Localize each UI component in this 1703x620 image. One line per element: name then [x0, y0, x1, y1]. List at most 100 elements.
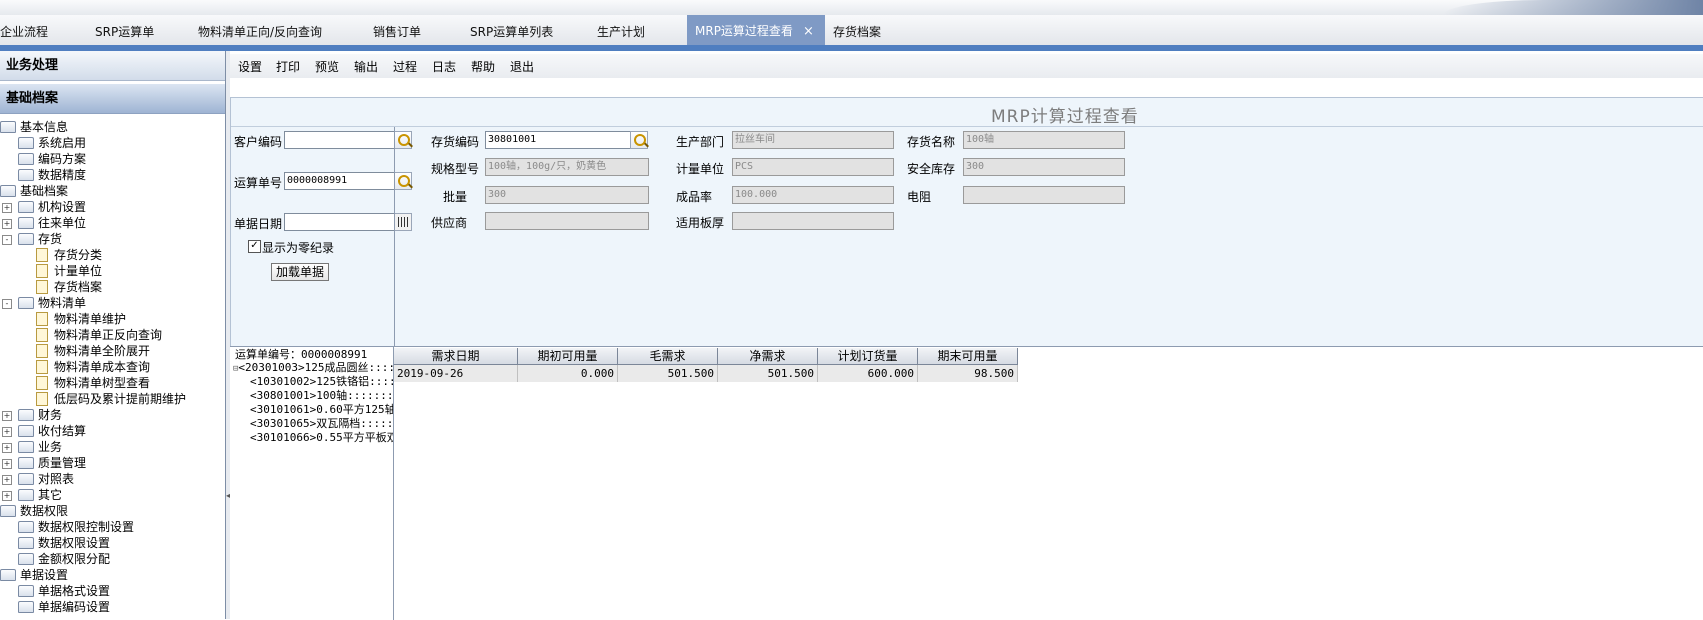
tab-inventory-archive[interactable]: 存货档案	[833, 22, 881, 44]
customer-code-label: 客户编码	[234, 135, 283, 149]
settings-button[interactable]: 设置	[238, 58, 262, 76]
col-header-gross-demand[interactable]: 毛需求	[618, 348, 718, 365]
process-button[interactable]: 过程	[393, 58, 417, 76]
sidebar-tree-item[interactable]: 数据权限控制设置	[18, 519, 134, 535]
table-cell[interactable]: 98.500	[918, 365, 1018, 382]
col-header-opening-available[interactable]: 期初可用量	[518, 348, 618, 365]
sidebar-tree-item[interactable]: 基本信息	[0, 119, 68, 135]
table-cell[interactable]: 600.000	[818, 365, 918, 382]
unit-field: PCS	[732, 158, 894, 176]
table-cell[interactable]: 0.000	[518, 365, 618, 382]
folder-icon	[18, 296, 34, 309]
tab-mrp-process[interactable]: MRP运算过程查看 ×	[687, 15, 825, 45]
sidebar-tree-item[interactable]: 单据编码设置	[18, 599, 110, 615]
sidebar-tree-label: 收付结算	[38, 424, 87, 438]
sidebar-tree-item[interactable]: 数据权限	[0, 503, 68, 519]
doc-date-input[interactable]	[284, 213, 395, 231]
sidebar-tree-item[interactable]: 存货档案	[36, 279, 102, 295]
collapse-icon[interactable]: -	[2, 298, 12, 309]
sidebar-tree-item[interactable]: + 质量管理	[2, 455, 86, 471]
print-button[interactable]: 打印	[276, 58, 300, 76]
expand-icon[interactable]: +	[2, 474, 12, 485]
calc-tree-item[interactable]: <30301065>双瓦隔档::::::::::	[250, 417, 393, 431]
sidebar-tree-item[interactable]: 系统启用	[18, 135, 86, 151]
folder-icon	[18, 136, 34, 149]
sidebar-tree-item[interactable]: + 收付结算	[2, 423, 86, 439]
inventory-code-input[interactable]: 30801001	[485, 131, 631, 149]
expand-icon[interactable]: +	[2, 490, 12, 501]
col-header-planned-order[interactable]: 计划订货量	[818, 348, 918, 365]
calc-tree-root[interactable]: ⊟<20301003>125成品圆丝:::::::::::	[233, 361, 393, 375]
sidebar-tree-item[interactable]: + 往来单位	[2, 215, 86, 231]
sidebar-tree-item[interactable]: 存货分类	[36, 247, 102, 263]
sidebar-tree-item[interactable]: + 机构设置	[2, 199, 86, 215]
sidebar-tree-item[interactable]: 低层码及累计提前期维护	[36, 391, 186, 407]
calc-no-lookup[interactable]	[394, 172, 412, 190]
customer-code-lookup[interactable]	[394, 131, 412, 149]
sidebar-tree-item[interactable]: + 其它	[2, 487, 62, 503]
collapse-icon[interactable]: -	[2, 234, 12, 245]
sidebar-tree-label: 物料清单成本查询	[54, 360, 151, 374]
calc-tree-item[interactable]: <30101061>0.60平方125轴型双瓦纸箱	[250, 403, 393, 417]
sidebar-tree-item[interactable]: 物料清单树型查看	[36, 375, 150, 391]
expand-icon[interactable]: +	[2, 202, 12, 213]
folder-icon	[18, 536, 34, 549]
sidebar-tree-label: 物料清单正反向查询	[54, 328, 163, 342]
expand-icon[interactable]: +	[2, 426, 12, 437]
calc-tree-item[interactable]: <30801001>100轴:::::::::::	[250, 389, 393, 403]
sidebar-tree-item[interactable]: 基础档案	[0, 183, 68, 199]
tab-srp-calc[interactable]: SRP运算单	[95, 22, 154, 44]
calc-tree-item[interactable]: <30101066>0.55平方平板双瓦纸箱	[250, 431, 393, 445]
sidebar-tree-item[interactable]: - 物料清单	[2, 295, 86, 311]
sidebar-tree-item[interactable]: + 财务	[2, 407, 62, 423]
col-header-net-demand[interactable]: 净需求	[718, 348, 818, 365]
sidebar-section-business[interactable]: 业务处理	[0, 51, 225, 81]
help-button[interactable]: 帮助	[471, 58, 495, 76]
expand-icon[interactable]: +	[2, 218, 12, 229]
sidebar-tree-item[interactable]: 单据格式设置	[18, 583, 110, 599]
sidebar-tree-item[interactable]: - 存货	[2, 231, 62, 247]
calc-tree-item[interactable]: <10301002>125铁铬铝::::::::::	[250, 375, 393, 389]
calendar-icon[interactable]	[394, 213, 412, 231]
preview-button[interactable]: 预览	[315, 58, 339, 76]
tab-bom-query[interactable]: 物料清单正向/反向查询	[198, 22, 322, 44]
table-cell[interactable]: 501.500	[718, 365, 818, 382]
sidebar-tree-item[interactable]: + 业务	[2, 439, 62, 455]
sidebar-tree-item[interactable]: 数据精度	[18, 167, 86, 183]
expand-icon[interactable]: +	[2, 442, 12, 453]
sidebar-tree-item[interactable]: 物料清单正反向查询	[36, 327, 162, 343]
sidebar-tree-item[interactable]: 单据设置	[0, 567, 68, 583]
table-cell[interactable]: 2019-09-26	[394, 365, 518, 382]
sidebar-tree-item[interactable]: 计量单位	[36, 263, 102, 279]
toolbar: 设置 打印 预览 输出 过程 日志 帮助 退出	[230, 54, 1703, 78]
tab-enterprise-flow[interactable]: 企业流程	[0, 22, 48, 44]
sidebar-tree-item[interactable]: 物料清单维护	[36, 311, 126, 327]
sidebar-tree-item[interactable]: 数据权限设置	[18, 535, 110, 551]
tab-production-plan[interactable]: 生产计划	[597, 22, 645, 44]
sidebar-tree-label: 质量管理	[38, 456, 87, 470]
tab-srp-list[interactable]: SRP运算单列表	[470, 22, 553, 44]
tab-sales-order[interactable]: 销售订单	[373, 22, 421, 44]
inventory-code-lookup[interactable]	[630, 131, 648, 149]
sidebar-tree-item[interactable]: 物料清单全阶展开	[36, 343, 150, 359]
close-icon[interactable]: ×	[803, 24, 814, 39]
export-button[interactable]: 输出	[354, 58, 378, 76]
exit-button[interactable]: 退出	[510, 58, 534, 76]
main-panel: 设置 打印 预览 输出 过程 日志 帮助 退出 MRP计算过程查看 客户编码 运…	[230, 51, 1703, 620]
sidebar-tree-item[interactable]: 物料清单成本查询	[36, 359, 150, 375]
expand-icon[interactable]: +	[2, 410, 12, 421]
load-document-button[interactable]: 加载单据	[271, 263, 330, 281]
sidebar-tree-item[interactable]: 金额权限分配	[18, 551, 110, 567]
col-header-closing-available[interactable]: 期末可用量	[918, 348, 1018, 365]
col-header-demand-date[interactable]: 需求日期	[394, 348, 518, 365]
sidebar-section-basic-archive[interactable]: 基础档案	[0, 84, 225, 114]
show-zero-checkbox[interactable]: ✓	[248, 240, 261, 253]
yield-field: 100.000	[732, 186, 894, 204]
customer-code-input[interactable]	[284, 131, 395, 149]
calc-no-input[interactable]: 0000008991	[284, 172, 395, 190]
sidebar-tree-item[interactable]: + 对照表	[2, 471, 74, 487]
log-button[interactable]: 日志	[432, 58, 456, 76]
expand-icon[interactable]: +	[2, 458, 12, 469]
table-cell[interactable]: 501.500	[618, 365, 718, 382]
sidebar-tree-item[interactable]: 编码方案	[18, 151, 86, 167]
